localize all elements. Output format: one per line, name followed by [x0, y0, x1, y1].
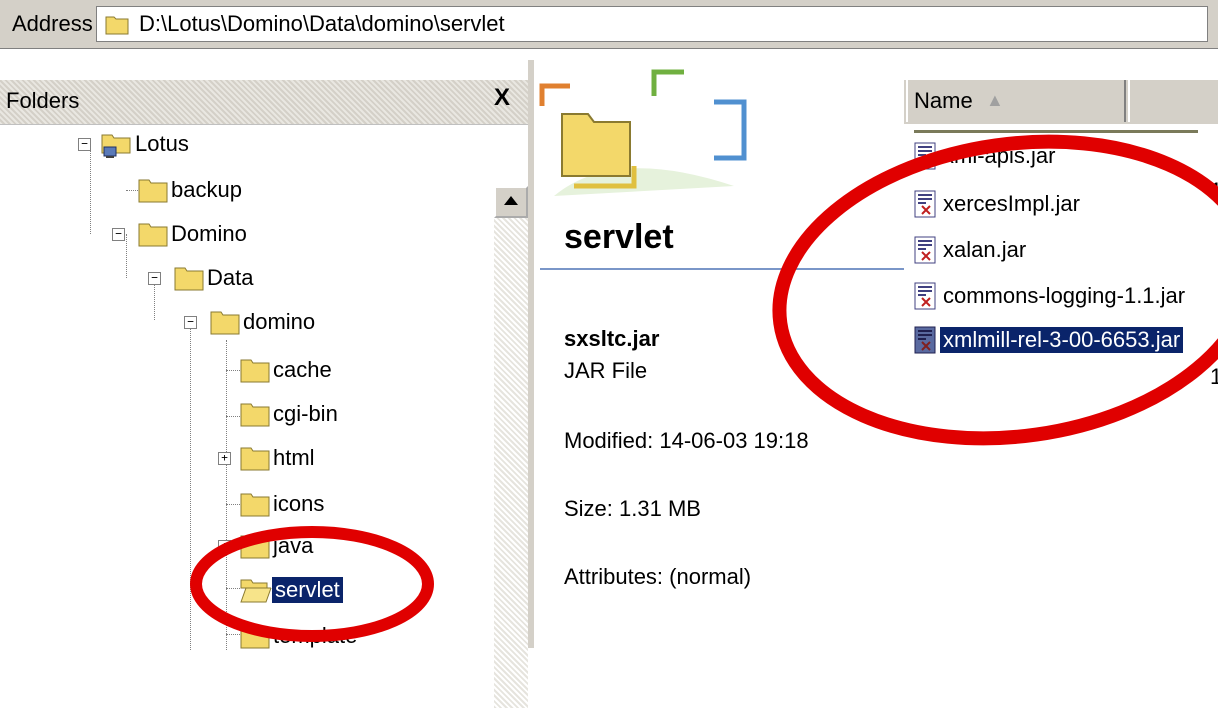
- tree-item-label: cgi-bin: [273, 401, 338, 426]
- folder-icon: [240, 359, 270, 383]
- selected-file-name: sxsltc.jar: [564, 326, 660, 351]
- folders-pane: Folders X − Lotus backup − Domino − Data…: [0, 60, 534, 708]
- tree-item-template[interactable]: template: [240, 618, 360, 654]
- tree-connector: [226, 504, 240, 505]
- tree-item-label: icons: [273, 491, 325, 516]
- file-row-xmlmill[interactable]: xmlmill-rel-3-00-6653.jar: [914, 322, 1184, 358]
- tree-item-html[interactable]: + html: [218, 440, 318, 476]
- address-path[interactable]: D:\Lotus\Domino\Data\domino\servlet: [139, 9, 505, 39]
- tree-item-label: domino: [243, 309, 316, 334]
- tree-connector: [190, 320, 191, 650]
- truncated-size-value: 1: [1210, 178, 1218, 203]
- tree-item-label: cache: [273, 357, 332, 382]
- tree-item-cache[interactable]: cache: [240, 352, 335, 388]
- address-field[interactable]: D:\Lotus\Domino\Data\domino\servlet: [96, 6, 1208, 42]
- collapse-icon[interactable]: −: [148, 272, 161, 285]
- file-name: xmlmill-rel-3-00-6653.jar: [940, 327, 1184, 353]
- expand-icon[interactable]: +: [218, 540, 231, 553]
- tree-item-label: html: [273, 445, 315, 470]
- file-list-header: Name ▲: [904, 80, 1218, 125]
- folder-icon: [240, 625, 270, 649]
- title-divider: [540, 268, 912, 270]
- address-label: Address: [6, 8, 101, 40]
- tree-item-label: servlet: [271, 576, 344, 604]
- tree-item-cgi-bin[interactable]: cgi-bin: [240, 396, 341, 432]
- tree-connector: [226, 634, 240, 635]
- tree-item-label: Lotus: [135, 131, 189, 156]
- jar-file-icon: [914, 282, 936, 310]
- file-name: xercesImpl.jar: [943, 191, 1080, 216]
- network-folder-icon: [101, 134, 131, 158]
- folder-title: servlet: [564, 218, 674, 256]
- file-row-xercesimpl[interactable]: xercesImpl.jar: [914, 186, 1083, 222]
- selected-file-size: Size: 1.31 MB: [564, 496, 701, 521]
- tree-connector: [226, 416, 240, 417]
- collapse-icon[interactable]: −: [112, 228, 125, 241]
- column-header-label: Name: [914, 88, 973, 113]
- tree-item-data[interactable]: − Data: [148, 260, 256, 296]
- list-divider: [914, 130, 1198, 133]
- jar-file-icon: [914, 326, 936, 354]
- folder-tree[interactable]: − Lotus backup − Domino − Data − domino …: [0, 126, 492, 650]
- tree-item-domino-data[interactable]: − domino: [184, 304, 318, 340]
- folder-banner-icon: [539, 69, 747, 196]
- file-name: xml-apis.jar: [943, 143, 1056, 168]
- tree-item-label: Data: [207, 265, 254, 290]
- tree-item-lotus[interactable]: − Lotus: [78, 126, 192, 162]
- jar-file-icon: [914, 142, 936, 170]
- folder-icon: [105, 16, 129, 35]
- jar-file-icon: [914, 190, 936, 218]
- folders-header: Folders X: [0, 80, 528, 125]
- folder-icon: [240, 493, 270, 517]
- tree-connector: [226, 588, 240, 589]
- folder-icon: [210, 311, 240, 335]
- tree-item-label: java: [273, 533, 314, 558]
- close-icon[interactable]: X: [494, 84, 510, 112]
- file-name: commons-logging-1.1.jar: [943, 283, 1186, 308]
- tree-item-java[interactable]: + java: [218, 528, 316, 564]
- address-bar: Address D:\Lotus\Domino\Data\domino\serv…: [0, 0, 1218, 49]
- details-pane: servlet sxsltc.jar JAR File Modified: 14…: [534, 60, 1218, 648]
- folder-icon: [240, 403, 270, 427]
- scroll-up-button[interactable]: [494, 186, 528, 218]
- file-name: xalan.jar: [943, 237, 1027, 262]
- column-header-size[interactable]: [1128, 80, 1218, 122]
- folder-icon: [240, 535, 270, 559]
- truncated-size-value: 1: [1210, 364, 1218, 389]
- tree-connector: [226, 370, 240, 371]
- scrollbar-track[interactable]: [494, 218, 528, 708]
- folder-icon: [174, 267, 204, 291]
- tree-item-domino[interactable]: − Domino: [112, 216, 250, 252]
- tree-item-label: template: [273, 623, 358, 648]
- selected-file-type: JAR File: [564, 358, 648, 383]
- file-row-xml-apis[interactable]: xml-apis.jar: [914, 138, 1058, 174]
- tree-connector: [226, 340, 227, 650]
- collapse-icon[interactable]: −: [78, 138, 91, 151]
- collapse-icon[interactable]: −: [184, 316, 197, 329]
- tree-item-label: backup: [171, 177, 242, 202]
- folder-icon: [240, 447, 270, 471]
- column-header-name[interactable]: Name ▲: [906, 80, 1126, 122]
- file-list[interactable]: xml-apis.jar xercesImpl.jar xalan.jar co…: [904, 124, 1218, 648]
- tree-item-servlet[interactable]: servlet: [240, 572, 344, 608]
- expand-icon[interactable]: +: [218, 452, 231, 465]
- open-folder-icon: [240, 579, 272, 603]
- file-row-commons-logging[interactable]: commons-logging-1.1.jar: [914, 278, 1188, 314]
- folder-icon: [138, 223, 168, 247]
- selected-file-attributes: Attributes: (normal): [564, 564, 752, 589]
- tree-item-backup[interactable]: backup: [138, 172, 245, 208]
- folders-title: Folders: [6, 88, 80, 113]
- sort-ascending-icon: ▲: [986, 90, 1004, 110]
- selected-file-modified: Modified: 14-06-03 19:18: [564, 428, 809, 453]
- tree-item-icons[interactable]: icons: [240, 486, 327, 522]
- jar-file-icon: [914, 236, 936, 264]
- folder-icon: [138, 179, 168, 203]
- tree-item-label: Domino: [171, 221, 247, 246]
- file-row-xalan[interactable]: xalan.jar: [914, 232, 1029, 268]
